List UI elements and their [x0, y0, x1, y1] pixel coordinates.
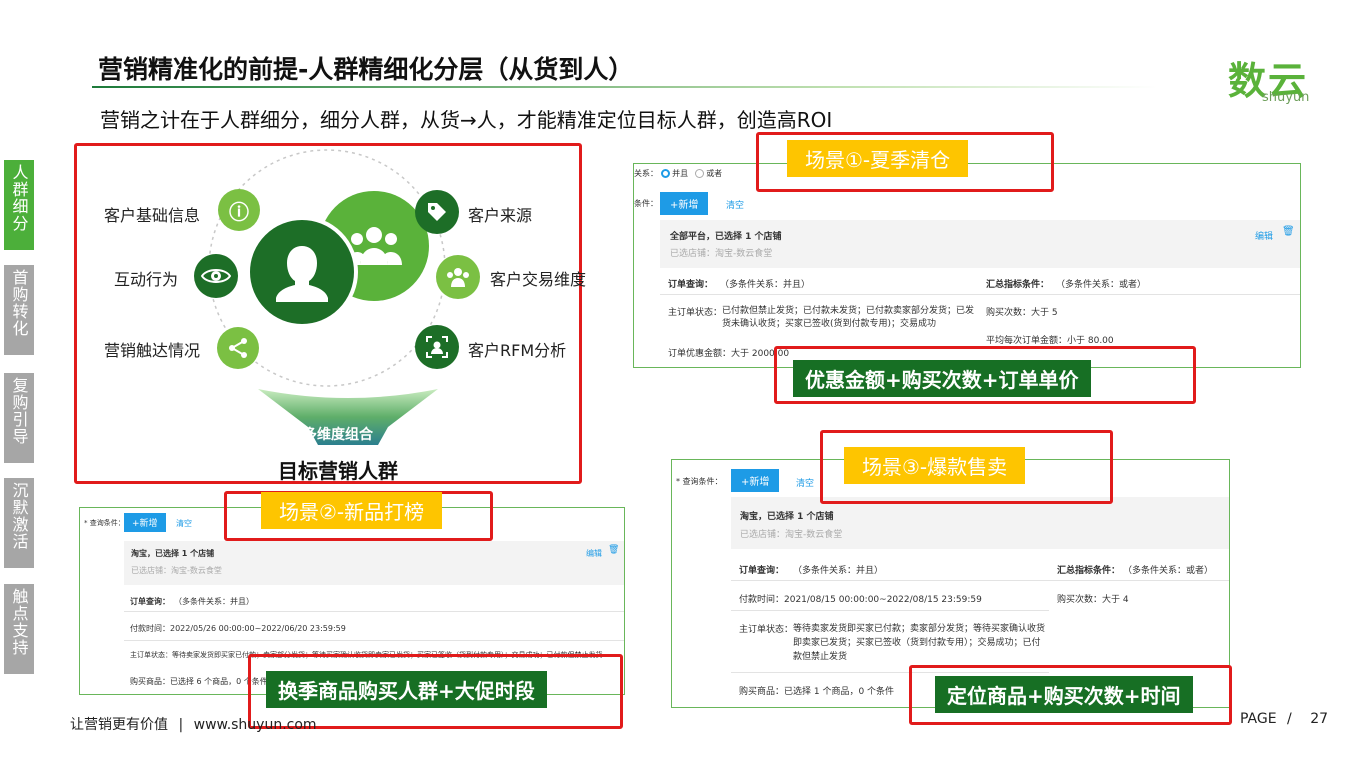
page-subtitle: 营销之计在于人群细分，细分人群，从货→人，才能精准定位目标人群，创造高ROI	[100, 108, 833, 132]
radio-or[interactable]	[694, 169, 704, 178]
node-label-interaction: 互动行为	[114, 270, 179, 289]
cond-label: * 查询条件：	[676, 477, 723, 486]
eye-icon	[194, 254, 238, 298]
status-text: 等待卖家发货即买家已付款；卖家部分发货；等待买家确认收货即卖家已发货；买家已签收…	[793, 624, 1046, 662]
summary-label: 汇总指标条件：	[1057, 566, 1121, 576]
discount: 订单优惠金额：大于 2000.00	[668, 349, 790, 359]
sidenav-item-touchpoint[interactable]: 触点支持	[4, 584, 34, 674]
trash-icon[interactable]: 🗑	[1282, 226, 1295, 237]
page-label: PAGE	[1240, 711, 1277, 727]
clear-button[interactable]: 清空	[796, 476, 814, 489]
order-query-note: （多条件关系：并且）	[720, 280, 811, 290]
scene2-tag: 场景②-新品打榜	[261, 492, 443, 529]
slide: { "title": "营销精准化的前提-人群精细化分层（从货到人）", "su…	[0, 0, 1365, 775]
radio-and[interactable]	[660, 169, 670, 178]
clear-button[interactable]: 清空	[726, 198, 744, 211]
sidenav-item-repurchase[interactable]: 复购引导	[4, 373, 34, 463]
page-slash: /	[1287, 711, 1292, 727]
add-condition-button[interactable]: +新增	[124, 513, 166, 532]
scene1-highlight: 优惠金额+购买次数+订单单价	[793, 360, 1091, 397]
radio-and-label: 并且	[672, 169, 689, 178]
profile-scan-icon	[415, 325, 459, 369]
order-query-label: 订单查询：	[130, 597, 170, 606]
scene1-tag: 场景①-夏季清仓	[787, 140, 969, 177]
status-label: 主订单状态：	[739, 625, 794, 635]
buy-count: 购买次数：大于 5	[986, 308, 1058, 318]
sidenav-label: 首购转化	[9, 269, 29, 337]
buy-count: 购买次数：大于 4	[1057, 595, 1129, 605]
node-label-basic-info: 客户基础信息	[104, 206, 201, 225]
pay-time: 付款时间：2021/08/15 00:00:00~2022/08/15 23:5…	[739, 595, 982, 605]
order-query-label: 订单查询：	[739, 566, 785, 576]
relation-label: 关系：	[634, 169, 658, 178]
scene3-tag: 场景③-爆款售卖	[844, 447, 1026, 484]
page-title: 营销精准化的前提-人群精细化分层（从货到人）	[98, 55, 634, 84]
status-label: 主订单状态：	[668, 308, 723, 318]
shop-text: 已选店铺：淘宝-数云食堂	[670, 249, 773, 259]
platform-text: 淘宝，已选择 1 个店铺	[131, 549, 215, 558]
summary-note: （多条件关系：或者）	[1123, 566, 1214, 576]
scene3-highlight: 定位商品+购买次数+时间	[935, 676, 1193, 713]
trash-icon[interactable]: 🗑	[608, 545, 619, 555]
divider	[731, 580, 1229, 581]
avg-amount: 平均每次订单金额：小于 80.00	[986, 336, 1114, 346]
sidenav-label: 沉默激活	[9, 482, 29, 550]
order-query-label: 订单查询：	[668, 280, 714, 290]
add-condition-button[interactable]: +新增	[660, 192, 709, 215]
order-query-note: （多条件关系：并且）	[174, 597, 254, 606]
clear-button[interactable]: 清空	[176, 518, 192, 529]
radio-or-label: 或者	[706, 169, 723, 178]
target-label: 目标营销人群	[278, 459, 398, 483]
sidenav-label: 人群细分	[9, 164, 29, 232]
node-label-marketing-reach: 营销触达情况	[104, 341, 201, 360]
divider	[124, 611, 624, 612]
summary-note: （多条件关系：或者）	[1056, 280, 1147, 290]
edit-link[interactable]: 编辑	[1255, 229, 1273, 242]
sidenav-item-segmentation[interactable]: 人群细分	[4, 160, 34, 250]
node-label-source: 客户来源	[468, 206, 533, 225]
platform-text: 全部平台，已选择 1 个店铺	[670, 232, 782, 242]
cond-label: * 查询条件：	[84, 519, 125, 527]
sidenav-item-reactivation[interactable]: 沉默激活	[4, 478, 34, 568]
tag-icon	[415, 190, 459, 234]
summary-label: 汇总指标条件：	[986, 280, 1050, 290]
footer-separator: |	[178, 717, 184, 733]
shop-text: 已选店铺：淘宝-数云食堂	[740, 530, 843, 540]
sidenav-item-first-purchase[interactable]: 首购转化	[4, 265, 34, 355]
pay-time: 付款时间：2022/05/26 00:00:00~2022/06/20 23:5…	[130, 624, 346, 633]
platform-text: 淘宝，已选择 1 个店铺	[740, 512, 834, 522]
page-indicator: PAGE / 27	[1240, 711, 1328, 727]
cond-label: 条件：	[634, 199, 658, 208]
scene2-highlight: 换季商品购买人群+大促时段	[266, 671, 547, 708]
order-query-note: （多条件关系：并且）	[793, 566, 884, 576]
share-icon	[217, 327, 259, 369]
divider	[731, 610, 1049, 611]
combine-label: 多维度组合	[303, 427, 373, 443]
footer-url[interactable]: www.shuyun.com	[194, 717, 317, 733]
title-divider	[92, 86, 1157, 88]
sidenav-label: 触点支持	[9, 588, 29, 656]
slogan-text: 让营销更有价值	[70, 717, 168, 733]
shop-summary: 淘宝，已选择 1 个店铺 已选店铺：淘宝-数云食堂	[731, 497, 1229, 549]
brand-logo-en: shuyun	[1262, 90, 1310, 105]
node-label-rfm: 客户RFM分析	[468, 341, 567, 360]
add-condition-button[interactable]: +新增	[731, 469, 780, 492]
relation-row: 关系： 并且 或者	[634, 168, 722, 179]
divider	[660, 294, 1300, 295]
node-label-transaction: 客户交易维度	[490, 270, 587, 289]
goods: 购买商品：已选择 1 个商品，0 个条件	[739, 687, 895, 697]
footer-slogan: 让营销更有价值 | www.shuyun.com	[70, 714, 317, 734]
shop-text: 已选店铺：淘宝-数云食堂	[131, 566, 222, 575]
shop-summary: 全部平台，已选择 1 个店铺 已选店铺：淘宝-数云食堂 编辑 🗑	[660, 220, 1300, 268]
edit-link[interactable]: 编辑	[586, 548, 602, 559]
shop-summary: 淘宝，已选择 1 个店铺 已选店铺：淘宝-数云食堂 编辑 🗑	[124, 541, 624, 585]
page-number: 27	[1310, 711, 1329, 727]
status-text: 已付款但禁止发货；已付款未发货；已付款卖家部分发货；已发货未确认收货；买家已签收…	[722, 306, 975, 329]
group-icon	[436, 255, 480, 299]
info-icon: ⓘ	[218, 189, 260, 231]
divider	[124, 640, 624, 641]
person-icon	[246, 216, 358, 328]
sidenav-label: 复购引导	[9, 377, 29, 445]
scene1-panel: 关系： 并且 或者 条件： +新增 清空 全部平台，已选择 1 个店铺 已选店铺…	[633, 163, 1301, 368]
